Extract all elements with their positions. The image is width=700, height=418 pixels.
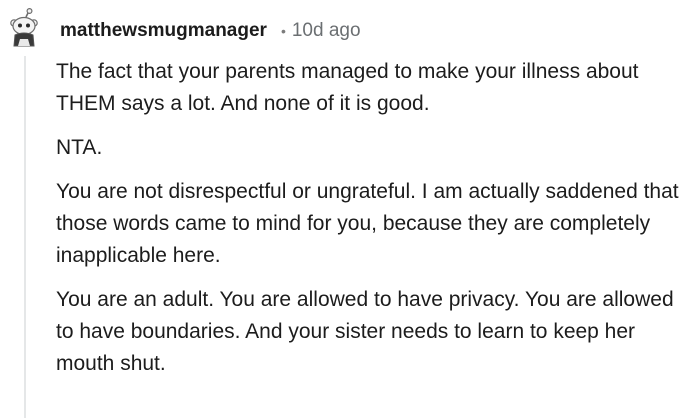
comment-paragraph: You are not disrespectful or ungrateful.… <box>56 180 679 267</box>
comment-paragraph: The fact that your parents managed to ma… <box>56 60 639 115</box>
comment-header: matthewsmugmanager • 10d ago <box>60 18 361 44</box>
comment: matthewsmugmanager • 10d ago The fact th… <box>0 0 700 418</box>
meta-separator: • <box>280 23 286 39</box>
username-link[interactable]: matthewsmugmanager <box>60 20 267 42</box>
comment-body: The fact that your parents managed to ma… <box>56 56 696 392</box>
comment-paragraph: You are an adult. You are allowed to hav… <box>56 288 674 375</box>
avatar[interactable] <box>4 7 44 48</box>
comment-paragraph: NTA. <box>56 136 103 159</box>
snoo-avatar-icon <box>10 7 38 47</box>
thread-line[interactable] <box>24 56 26 418</box>
comment-timestamp[interactable]: 10d ago <box>292 20 361 42</box>
